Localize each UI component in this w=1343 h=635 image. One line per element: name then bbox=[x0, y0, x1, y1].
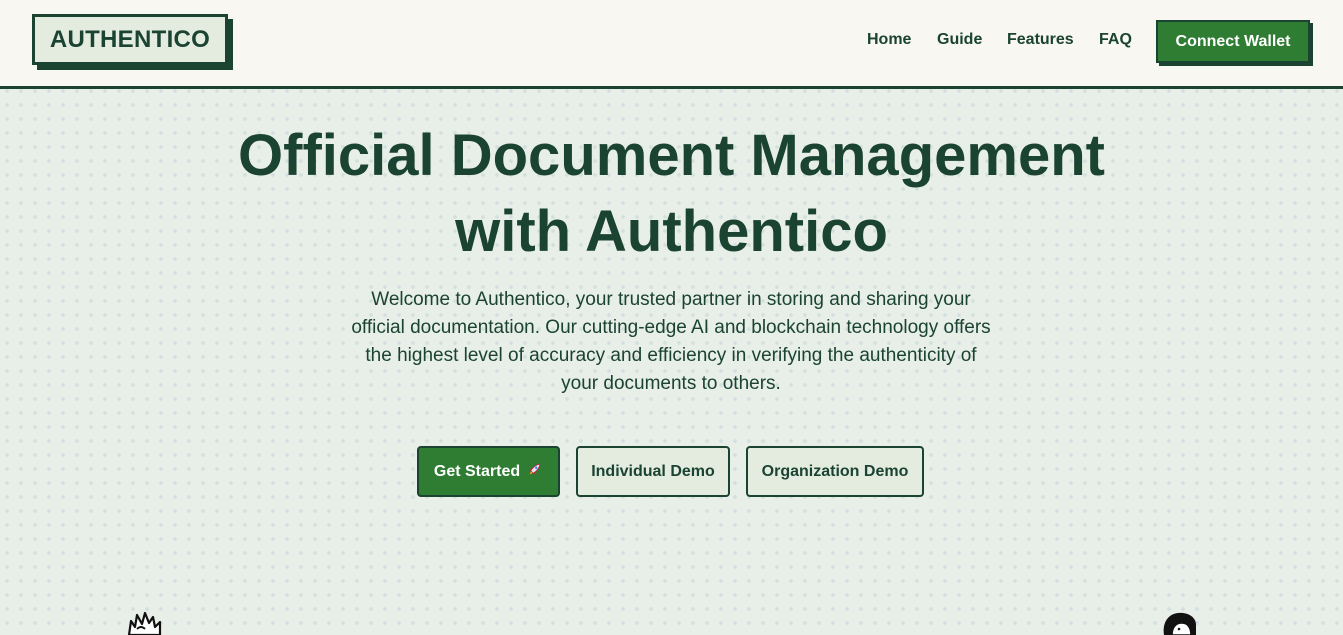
nav-home[interactable]: Home bbox=[867, 31, 911, 49]
connect-wallet-button[interactable]: Connect Wallet bbox=[1156, 20, 1310, 63]
logo[interactable]: AUTHENTICO bbox=[32, 14, 228, 65]
character-doodle-left-icon bbox=[127, 611, 162, 635]
rocket-icon bbox=[526, 461, 543, 483]
character-doodle-right-icon bbox=[1163, 612, 1196, 635]
hero-title-line-2: with Authentico bbox=[455, 199, 888, 264]
nav-faq[interactable]: FAQ bbox=[1099, 31, 1132, 49]
nav-guide[interactable]: Guide bbox=[937, 31, 982, 49]
individual-demo-button[interactable]: Individual Demo bbox=[576, 446, 730, 497]
top-navigation-bar: AUTHENTICO Home Guide Features FAQ Conne… bbox=[0, 0, 1343, 89]
get-started-button[interactable]: Get Started bbox=[417, 446, 560, 497]
organization-demo-button[interactable]: Organization Demo bbox=[746, 446, 924, 497]
get-started-label: Get Started bbox=[433, 462, 521, 480]
nav-features[interactable]: Features bbox=[1007, 31, 1074, 49]
hero-title-line-1: Official Document Management bbox=[238, 123, 1105, 188]
hero-title: Official Document Management with Authen… bbox=[0, 118, 1343, 270]
hero-description: Welcome to Authentico, your trusted part… bbox=[351, 289, 991, 394]
